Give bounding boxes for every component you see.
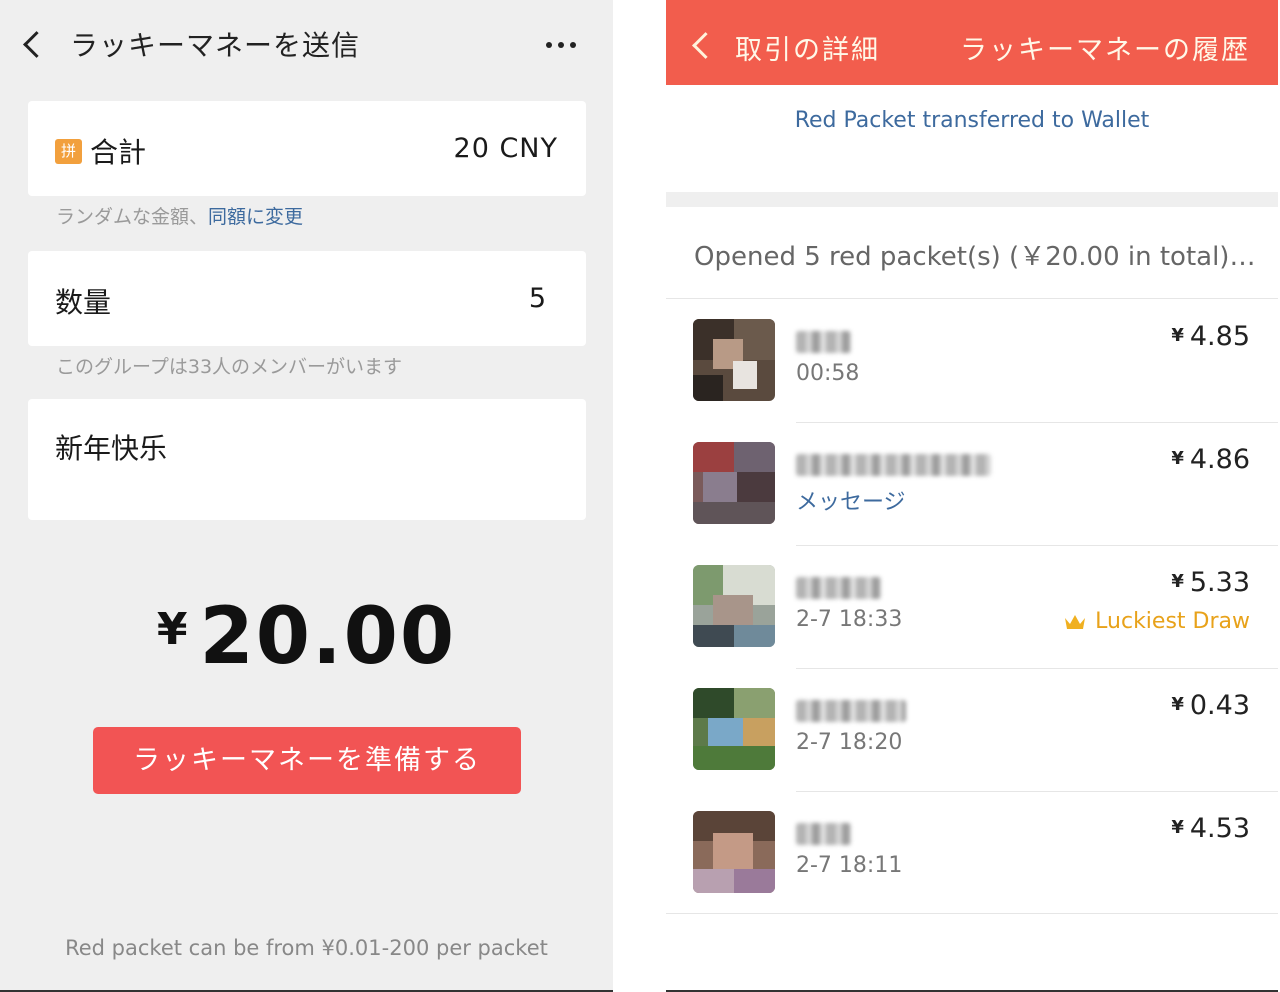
total-amount-field[interactable]: 拼 合計 20 CNY: [28, 101, 586, 196]
entry-subtext: 2-7 18:20: [796, 730, 903, 755]
amount-value: 20.00: [199, 592, 457, 682]
prepare-lucky-money-button[interactable]: ラッキーマネーを準備する: [93, 727, 521, 794]
currency-symbol: ¥: [1171, 694, 1184, 715]
list-item[interactable]: 2-7 18:20 ¥0.43: [666, 668, 1278, 791]
amount-value: 4.86: [1189, 444, 1250, 475]
group-member-hint: このグループは33人のメンバーがいます: [56, 356, 403, 378]
send-lucky-money-screen: ラッキーマネーを送信 拼 合計 20 CNY ランダムな金額、同額に変更 数量 …: [0, 0, 613, 992]
chevron-left-icon[interactable]: [23, 31, 50, 58]
page-title: ラッキーマネーを送信: [70, 29, 361, 62]
transaction-detail-title[interactable]: 取引の詳細: [735, 28, 880, 67]
pin-badge-icon: 拼: [55, 139, 82, 164]
quantity-value[interactable]: 5: [529, 283, 546, 314]
blurred-name: [796, 454, 991, 476]
currency-symbol: ¥: [1171, 817, 1184, 838]
blurred-name: [796, 823, 851, 845]
entry-amount: ¥0.43: [1171, 690, 1250, 721]
entry-amount: ¥4.86: [1171, 444, 1250, 475]
entry-amount: ¥4.53: [1171, 813, 1250, 844]
entry-subtext: 2-7 18:33: [796, 607, 903, 632]
blurred-name: [796, 577, 881, 599]
amount-value: 4.53: [1189, 813, 1250, 844]
packet-limit-note: Red packet can be from ¥0.01-200 per pac…: [65, 936, 548, 960]
list-item[interactable]: 2-7 18:11 ¥4.53: [666, 791, 1278, 914]
message-text[interactable]: 新年快乐: [55, 427, 167, 467]
more-dots-icon[interactable]: [546, 42, 576, 48]
currency-symbol: ¥: [1171, 571, 1184, 592]
section-separator: [666, 192, 1278, 207]
entry-subtext: 00:58: [796, 361, 860, 386]
crown-icon: [1065, 614, 1086, 629]
history-title[interactable]: ラッキーマネーの履歴: [960, 28, 1250, 67]
avatar: [693, 688, 775, 770]
blurred-name: [796, 331, 851, 353]
change-to-equal-link[interactable]: 同額に変更: [208, 206, 303, 228]
list-item[interactable]: メッセージ ¥4.86: [666, 422, 1278, 545]
avatar: [693, 442, 775, 524]
currency-symbol: ¥: [156, 604, 188, 655]
amount-value: 0.43: [1189, 690, 1250, 721]
amount-mode-hint: ランダムな金額、同額に変更: [56, 202, 303, 229]
opened-summary: Opened 5 red packet(s) (￥20.00 in total)…: [694, 242, 1256, 272]
message-field[interactable]: 新年快乐: [28, 399, 586, 520]
list-item[interactable]: 00:58 ¥4.85: [666, 299, 1278, 422]
quantity-field[interactable]: 数量 5: [28, 251, 586, 346]
list-item[interactable]: 2-7 18:33 ¥5.33 Luckiest Draw: [666, 545, 1278, 668]
luckiest-draw-badge: Luckiest Draw: [1063, 609, 1250, 634]
history-header: 取引の詳細 ラッキーマネーの履歴: [666, 0, 1278, 85]
currency-symbol: ¥: [1171, 448, 1184, 469]
avatar: [693, 811, 775, 893]
avatar: [693, 319, 775, 401]
wallet-transfer-note[interactable]: Red Packet transferred to Wallet: [666, 108, 1278, 133]
luckiest-draw-label: Luckiest Draw: [1095, 609, 1250, 634]
amount-display: ¥20.00: [0, 592, 613, 682]
send-header: ラッキーマネーを送信: [0, 0, 613, 92]
currency-symbol: ¥: [1171, 325, 1184, 346]
amount-value: 5.33: [1189, 567, 1250, 598]
message-link[interactable]: メッセージ: [796, 484, 906, 516]
total-value[interactable]: 20 CNY: [454, 133, 558, 164]
chevron-left-icon[interactable]: [692, 32, 719, 59]
amount-mode-text: ランダムな金額、: [56, 206, 209, 228]
amount-value: 4.85: [1189, 321, 1250, 352]
entry-amount: ¥5.33: [1171, 567, 1250, 598]
divider: [666, 913, 1278, 914]
entry-subtext: 2-7 18:11: [796, 853, 903, 878]
entry-amount: ¥4.85: [1171, 321, 1250, 352]
avatar: [693, 565, 775, 647]
quantity-label: 数量: [55, 286, 112, 319]
lucky-money-history-screen: 取引の詳細 ラッキーマネーの履歴 Red Packet transferred …: [666, 0, 1278, 992]
total-label: 合計: [90, 136, 147, 169]
blurred-name: [796, 700, 906, 722]
